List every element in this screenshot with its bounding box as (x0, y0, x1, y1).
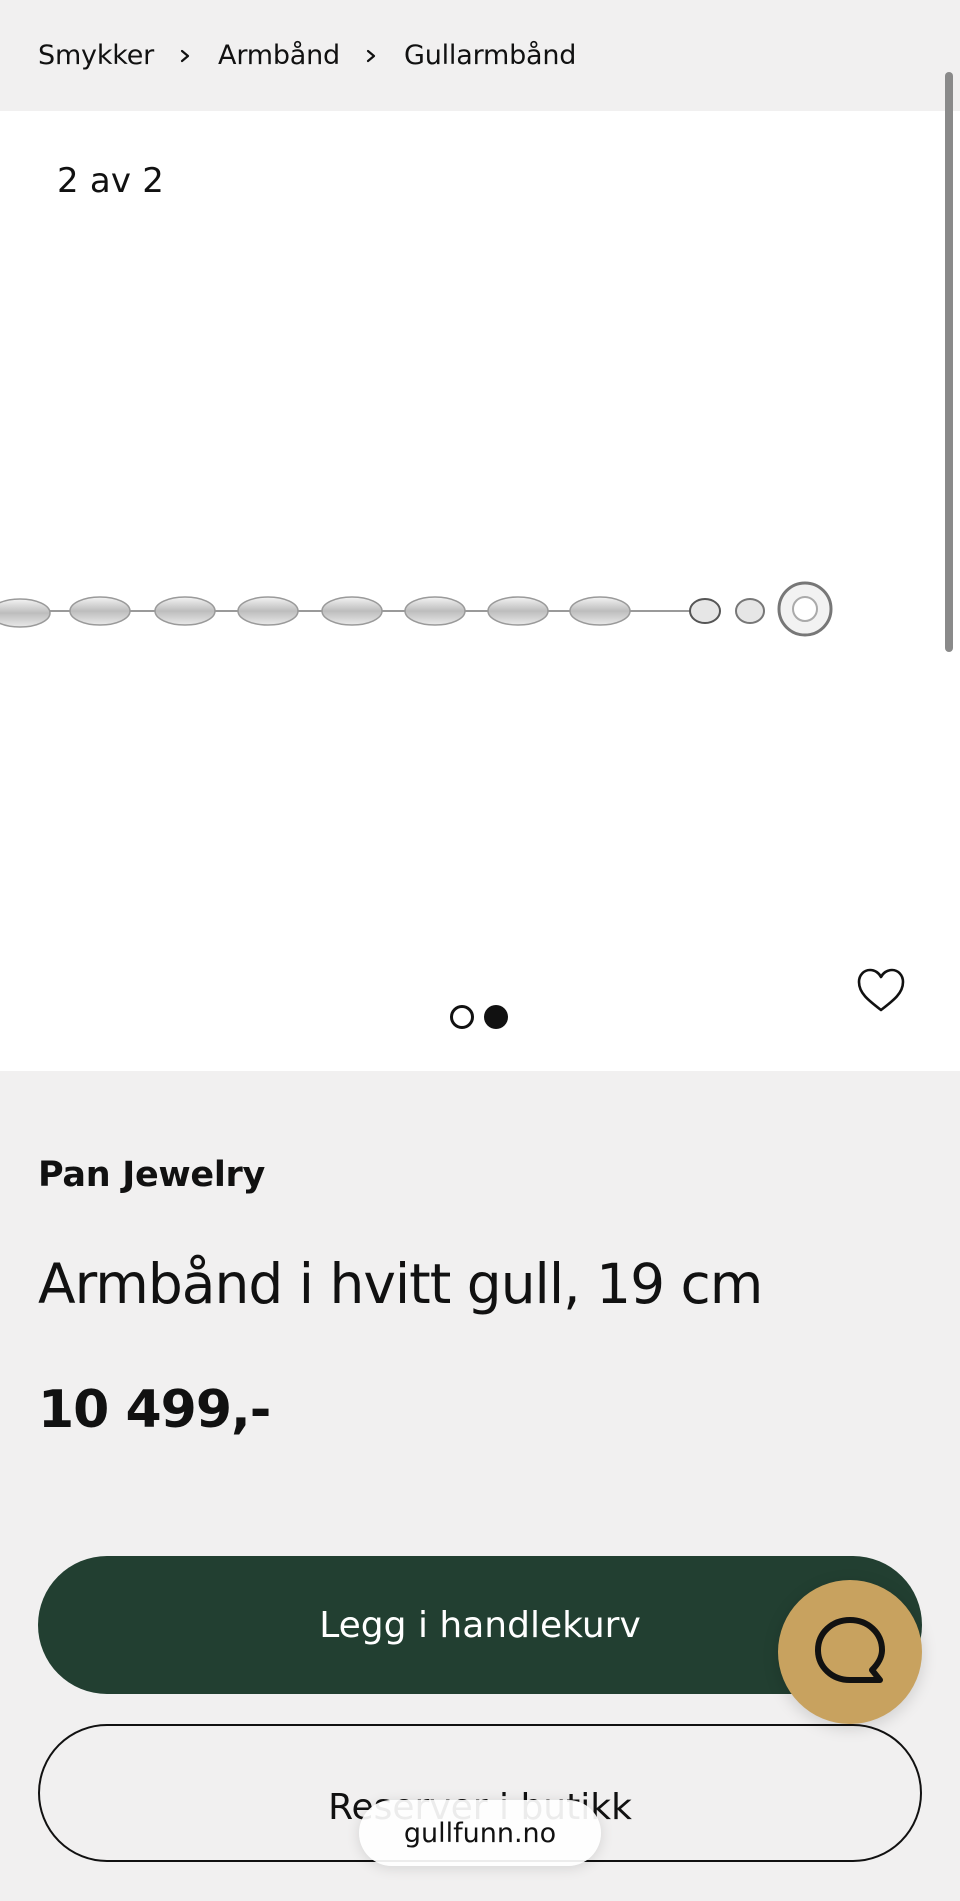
product-title: Armbånd i hvitt gull, 19 cm (38, 1252, 763, 1316)
chat-bubble-icon (815, 1617, 885, 1683)
carousel-dot-1[interactable] (450, 1005, 474, 1029)
scrollbar[interactable] (945, 72, 953, 652)
chevron-right-icon (364, 49, 378, 63)
product-brand[interactable]: Pan Jewelry (38, 1155, 265, 1195)
product-image-gallery[interactable]: 2 av 2 (0, 111, 960, 1071)
chevron-right-icon (178, 49, 192, 63)
breadcrumb-item-smykker[interactable]: Smykker (38, 40, 154, 71)
breadcrumb-item-armband[interactable]: Armbånd (218, 40, 340, 71)
carousel-dots (450, 1005, 508, 1029)
carousel-dot-2[interactable] (484, 1005, 508, 1029)
browser-url-bar[interactable]: gullfunn.no (359, 1800, 601, 1866)
image-counter: 2 av 2 (57, 161, 165, 201)
chat-button[interactable] (778, 1580, 922, 1724)
heart-icon[interactable] (856, 966, 906, 1016)
product-price: 10 499,- (38, 1380, 271, 1440)
product-image-bracelet (0, 581, 833, 637)
breadcrumb: Smykker Armbånd Gullarmbånd (0, 0, 960, 111)
breadcrumb-item-gullarmband[interactable]: Gullarmbånd (404, 40, 576, 71)
